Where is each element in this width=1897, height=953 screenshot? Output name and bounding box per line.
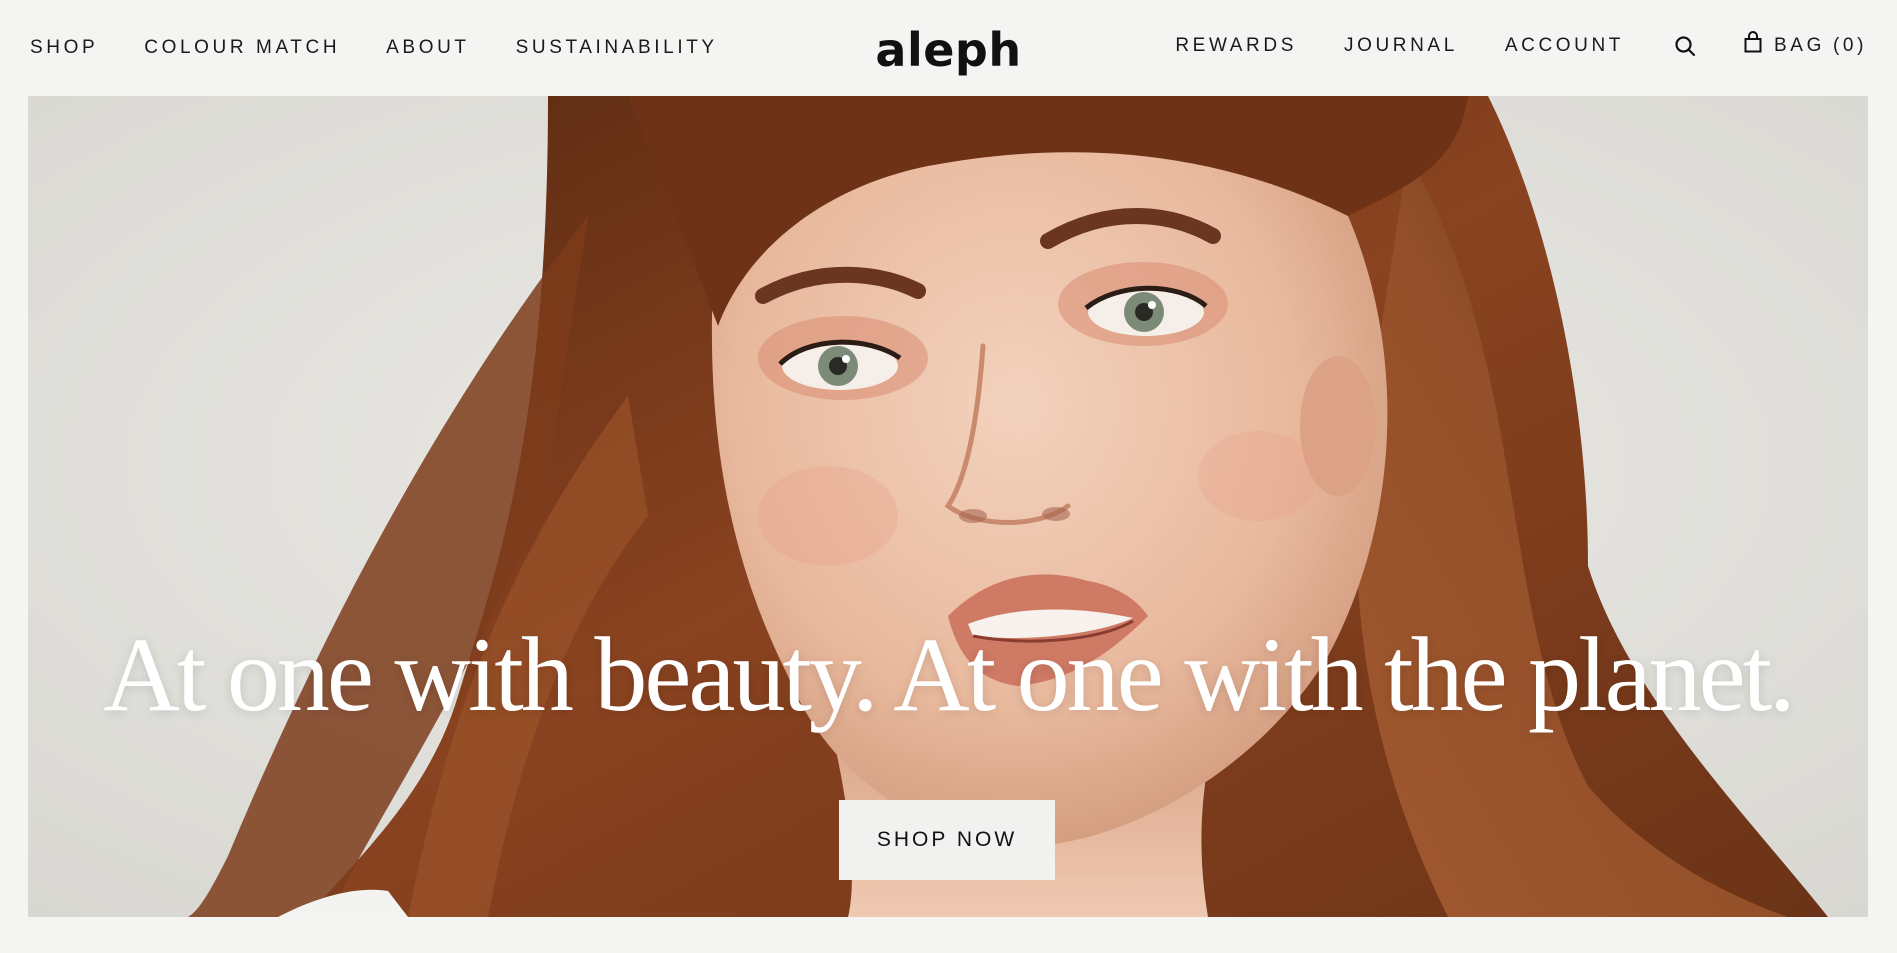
brand-logo[interactable]: aleph	[875, 23, 1021, 77]
bag-label: BAG	[1774, 35, 1825, 56]
nav-link-about[interactable]: ABOUT	[386, 37, 469, 59]
nav-link-journal[interactable]: JOURNAL	[1344, 35, 1458, 57]
hero-headline: At one with beauty. At one with the plan…	[103, 616, 1795, 733]
nav-link-account[interactable]: ACCOUNT	[1505, 35, 1624, 57]
nav-link-rewards[interactable]: REWARDS	[1175, 35, 1297, 57]
nav-link-colour-match[interactable]: COLOUR MATCH	[144, 37, 340, 59]
search-icon	[1675, 36, 1696, 57]
shopping-bag-icon	[1744, 31, 1762, 53]
bag-button[interactable]: BAG (0)	[1744, 31, 1867, 57]
search-button[interactable]	[1674, 35, 1696, 57]
primary-nav: SHOP COLOUR MATCH ABOUT SUSTAINABILITY	[30, 0, 764, 96]
shop-now-button[interactable]: SHOP NOW	[839, 800, 1055, 880]
bag-count: (0)	[1832, 35, 1867, 56]
nav-link-shop[interactable]: SHOP	[30, 37, 98, 59]
hero-banner: At one with beauty. At one with the plan…	[28, 96, 1868, 917]
secondary-nav: REWARDS JOURNAL ACCOUNT BAG (0)	[1128, 0, 1867, 94]
hero-portrait-image	[28, 96, 1868, 917]
site-header: SHOP COLOUR MATCH ABOUT SUSTAINABILITY a…	[0, 0, 1897, 96]
nav-link-sustainability[interactable]: SUSTAINABILITY	[516, 37, 718, 59]
